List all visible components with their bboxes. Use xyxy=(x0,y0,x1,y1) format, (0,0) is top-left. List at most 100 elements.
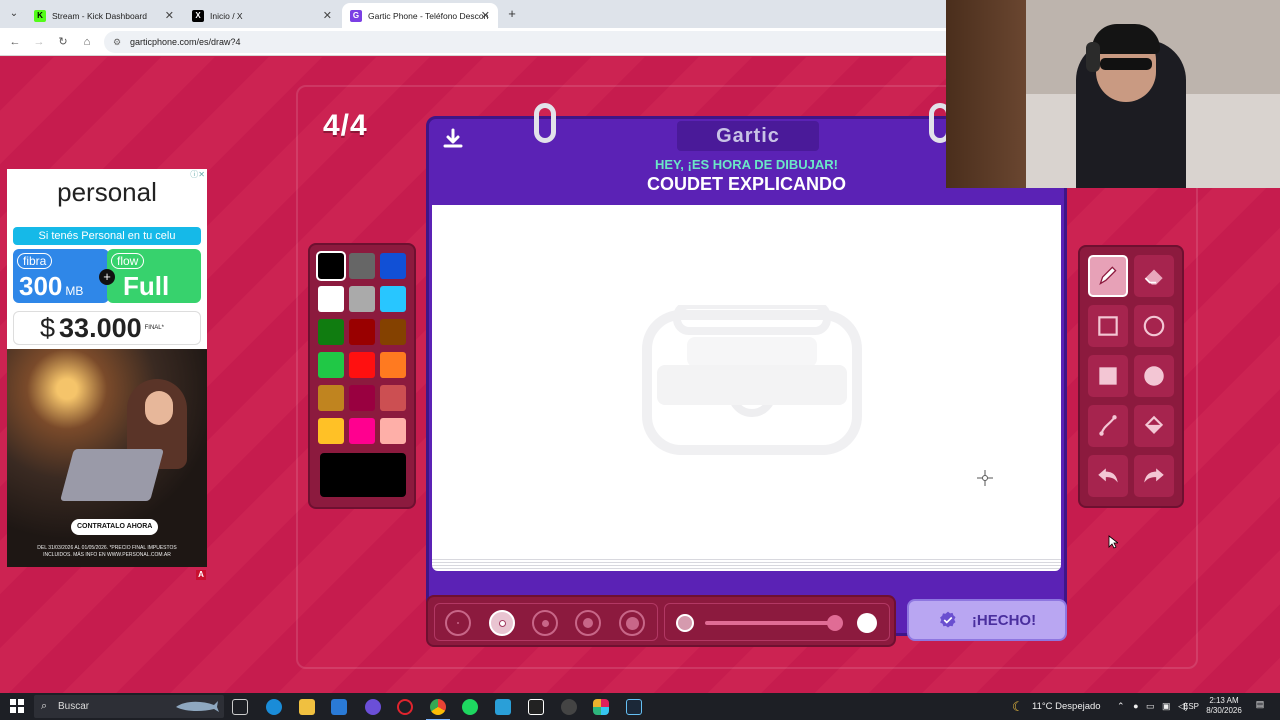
ad-flow-plan: Full xyxy=(123,271,170,301)
reload-icon[interactable]: ↻ xyxy=(55,34,71,50)
webcam-headset xyxy=(1086,42,1100,72)
brush-size-1[interactable] xyxy=(445,610,471,636)
system-tray[interactable]: ⌃ ● ▭ ▣ ◁) xyxy=(1117,693,1188,720)
color-swatch[interactable] xyxy=(380,352,406,378)
brush-size-2[interactable] xyxy=(489,610,515,636)
site-info-icon[interactable]: ⚙ xyxy=(113,31,121,53)
ad-photo: CONTRATALO AHORA DEL 31/03/2026 AL 01/05… xyxy=(7,349,207,567)
opacity-slider-fill xyxy=(705,621,835,625)
edge-icon[interactable] xyxy=(266,699,282,715)
slack-icon[interactable] xyxy=(593,699,609,715)
eraser-icon[interactable] xyxy=(1134,255,1174,297)
telegram-icon[interactable] xyxy=(495,699,511,715)
mouse-pointer-icon xyxy=(1108,535,1118,549)
ellipse-filled-icon[interactable] xyxy=(1134,355,1174,397)
tiktok-icon[interactable] xyxy=(528,699,544,715)
ad-brand: personal xyxy=(57,177,157,207)
color-swatch[interactable] xyxy=(380,253,406,279)
close-icon[interactable]: ✕ xyxy=(165,9,174,22)
color-swatch[interactable] xyxy=(316,251,346,281)
tab-kick-dashboard[interactable]: K Stream - Kick Dashboard ✕ xyxy=(26,3,182,28)
ad-fibra-speed: 300 MB xyxy=(19,271,84,301)
tab-search-chevron-icon[interactable]: ⌄ xyxy=(6,6,22,22)
ad-price: $33.000 FINAL* xyxy=(13,311,201,345)
brush-controls xyxy=(426,595,896,647)
pencil-icon[interactable] xyxy=(1088,255,1128,297)
color-swatch[interactable] xyxy=(318,352,344,378)
color-swatch[interactable] xyxy=(318,418,344,444)
brush-size-5[interactable] xyxy=(619,610,645,636)
rectangle-filled-icon[interactable] xyxy=(1088,355,1128,397)
opera-icon[interactable] xyxy=(397,699,413,715)
round-counter: 4/4 xyxy=(323,109,368,142)
crosshair-cursor-icon xyxy=(977,470,993,486)
color-swatch[interactable] xyxy=(349,385,375,411)
undo-icon[interactable] xyxy=(1088,455,1128,497)
obs-icon[interactable] xyxy=(561,699,577,715)
redo-icon[interactable] xyxy=(1134,455,1174,497)
forward-arrow-icon[interactable]: → xyxy=(31,34,47,50)
url-text: garticphone.com/es/draw?4 xyxy=(130,37,241,47)
color-swatch[interactable] xyxy=(318,286,344,312)
download-icon[interactable] xyxy=(441,127,467,153)
chrome-icon[interactable] xyxy=(426,699,450,720)
color-swatch[interactable] xyxy=(380,319,406,345)
weather-widget[interactable]: ☾ 11°C Despejado xyxy=(1012,693,1101,720)
clock-date: 8/30/2026 xyxy=(1206,706,1242,715)
ad-fibra-label: fibra xyxy=(17,253,53,269)
taskbar-clock[interactable]: 2:13 AM 8/30/2026 xyxy=(1204,696,1244,716)
spotify-icon[interactable] xyxy=(462,699,478,715)
color-swatch[interactable] xyxy=(380,286,406,312)
input-language[interactable]: ESP xyxy=(1183,693,1199,720)
color-swatch[interactable] xyxy=(349,352,375,378)
brush-size-3[interactable] xyxy=(532,610,558,636)
microphone-icon[interactable]: ● xyxy=(1133,701,1138,711)
tab-gartic-phone[interactable]: G Gartic Phone - Teléfono Descon ✕ xyxy=(342,3,498,28)
personal-ad-banner[interactable]: ⓘ✕ personal Si tenés Personal en tu celu… xyxy=(7,169,207,567)
tab-x-home[interactable]: X Inicio / X ✕ xyxy=(184,3,340,28)
display-icon[interactable]: ▣ xyxy=(1162,701,1171,711)
steam-icon[interactable] xyxy=(626,699,642,715)
color-swatch[interactable] xyxy=(318,385,344,411)
color-swatch[interactable] xyxy=(349,418,375,444)
ad-cta-button[interactable]: CONTRATALO AHORA xyxy=(71,519,159,535)
app-icon[interactable] xyxy=(365,699,381,715)
color-swatch[interactable] xyxy=(318,319,344,345)
x-icon: X xyxy=(192,9,204,22)
new-tab-plus-icon[interactable]: + xyxy=(504,6,520,22)
mail-icon[interactable] xyxy=(331,699,347,715)
color-swatch[interactable] xyxy=(380,385,406,411)
task-view-icon[interactable] xyxy=(232,699,248,715)
taskbar-search[interactable]: ⌕ Buscar xyxy=(34,695,224,718)
color-palette xyxy=(308,243,416,509)
color-swatch[interactable] xyxy=(380,418,406,444)
chevron-up-icon[interactable]: ⌃ xyxy=(1117,701,1125,711)
color-swatch[interactable] xyxy=(349,253,375,279)
brush-size-4[interactable] xyxy=(575,610,601,636)
drawing-canvas[interactable] xyxy=(432,205,1061,557)
ad-flow-box: flow Full xyxy=(107,249,201,303)
color-swatch[interactable] xyxy=(349,286,375,312)
close-icon[interactable]: ✕ xyxy=(323,9,332,22)
ellipse-outline-icon[interactable] xyxy=(1134,305,1174,347)
file-explorer-icon[interactable] xyxy=(299,699,315,715)
windows-start-icon[interactable] xyxy=(10,699,24,713)
back-arrow-icon[interactable]: ← xyxy=(7,34,23,50)
home-icon[interactable]: ⌂ xyxy=(79,34,95,50)
opacity-slider-track[interactable] xyxy=(705,621,835,625)
close-icon[interactable]: ✕ xyxy=(481,9,490,22)
opacity-slider-thumb[interactable] xyxy=(827,615,843,631)
line-icon[interactable] xyxy=(1088,405,1128,447)
webcam-sunglasses xyxy=(1100,58,1152,70)
rectangle-outline-icon[interactable] xyxy=(1088,305,1128,347)
color-swatch[interactable] xyxy=(349,319,375,345)
network-icon[interactable]: ▭ xyxy=(1146,701,1155,711)
opacity-slider-group xyxy=(664,603,890,641)
tab-title: Stream - Kick Dashboard xyxy=(52,10,147,21)
moon-icon: ☾ xyxy=(1012,699,1024,714)
fill-bucket-icon[interactable] xyxy=(1134,405,1174,447)
current-color-preview[interactable] xyxy=(320,453,406,497)
ad-strip: Si tenés Personal en tu celu xyxy=(13,227,201,245)
done-button[interactable]: ¡HECHO! xyxy=(907,599,1067,641)
notifications-icon[interactable]: ▤ xyxy=(1252,699,1268,713)
